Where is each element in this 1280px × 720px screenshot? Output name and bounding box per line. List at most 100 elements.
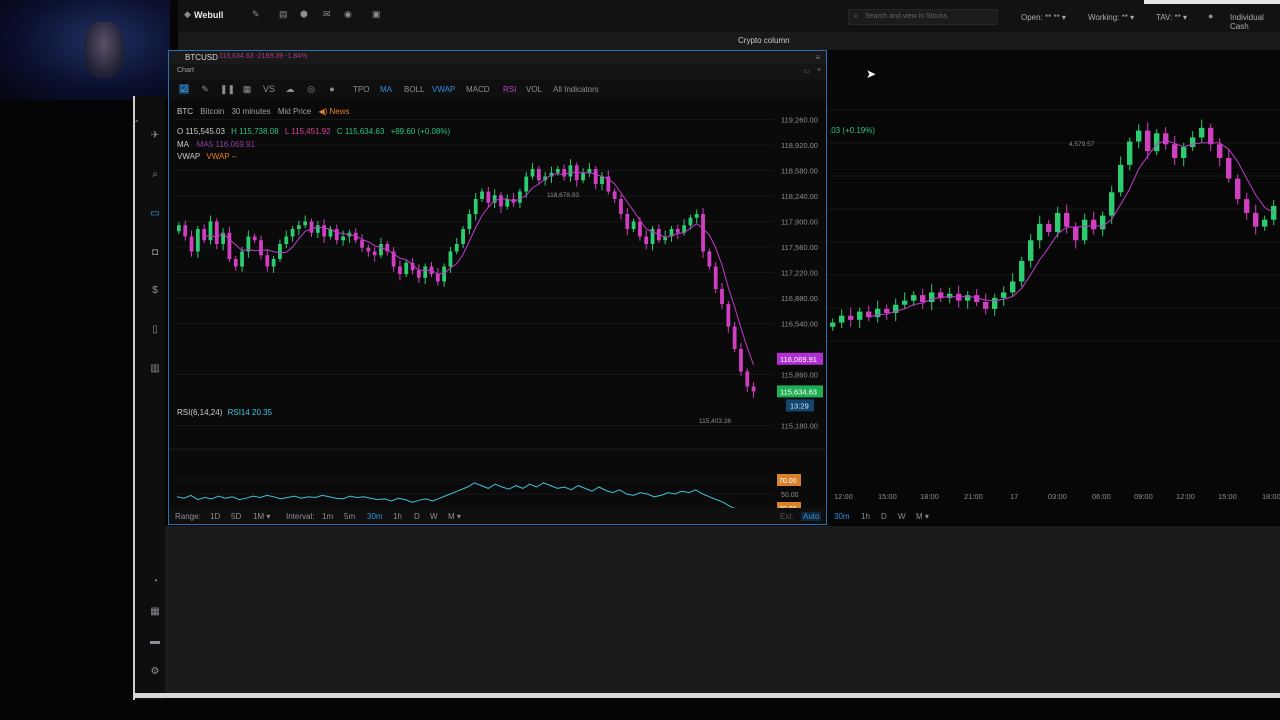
- ext-toggle[interactable]: Ext.: [780, 512, 794, 521]
- candle-body: [278, 244, 282, 259]
- interval-1h[interactable]: 1h: [393, 512, 402, 521]
- trash-icon[interactable]: ▥: [149, 363, 161, 374]
- search-input[interactable]: ⌕ Search and view in Stocks: [848, 9, 998, 25]
- candle-body: [1217, 144, 1223, 158]
- settings-icon[interactable]: ⚙: [149, 666, 161, 677]
- info-price-type[interactable]: Mid Price: [278, 107, 311, 116]
- indicator-boll[interactable]: BOLL: [404, 85, 424, 94]
- community-icon[interactable]: ◉: [344, 10, 354, 19]
- info-news[interactable]: News: [330, 107, 350, 116]
- chat-icon[interactable]: ◔: [149, 576, 161, 587]
- tab-settings-icon[interactable]: ▭: [803, 67, 810, 75]
- account-icon[interactable]: ●: [1208, 12, 1218, 21]
- plane-icon[interactable]: ✈: [149, 130, 161, 141]
- candle-body: [1100, 215, 1106, 230]
- bg-interval-1h[interactable]: 1h: [861, 512, 870, 521]
- tab-chart[interactable]: Chart: [177, 67, 194, 74]
- high-price-label: 118,678.93: [547, 192, 579, 199]
- candle-body: [726, 304, 731, 327]
- interval-30m[interactable]: 30m: [367, 512, 383, 521]
- layout-icon[interactable]: ▣: [372, 10, 382, 19]
- info-name: Bitcoin: [200, 107, 225, 116]
- candle-body: [1028, 240, 1034, 261]
- candle-body: [619, 199, 623, 214]
- screener-icon[interactable]: ⬢: [300, 10, 310, 19]
- pause-icon[interactable]: ❚❚: [220, 84, 235, 94]
- indicator-vwap[interactable]: VWAP: [432, 85, 455, 94]
- indicator-tpo[interactable]: TPO: [353, 85, 369, 94]
- bg-interval-m[interactable]: M ▾: [916, 512, 929, 521]
- range-5d[interactable]: 5D: [231, 512, 241, 521]
- background-interval-bar: 30m 1h D W M ▾: [826, 508, 1280, 524]
- candle-body: [195, 229, 200, 252]
- interval-w[interactable]: W: [430, 512, 438, 521]
- ma-label: MA: [177, 140, 189, 149]
- candle-body: [416, 270, 421, 278]
- indicator-rsi[interactable]: RSI: [503, 85, 516, 94]
- window-menu-icon[interactable]: ≡: [815, 53, 820, 62]
- checkbox-icon[interactable]: ☑: [179, 84, 189, 94]
- target-icon[interactable]: ◎: [306, 84, 316, 94]
- coin-icon[interactable]: $: [149, 285, 161, 296]
- bg-interval-d[interactable]: D: [881, 512, 887, 521]
- candle-body: [848, 315, 854, 320]
- tav-status[interactable]: TAV: ** ▾: [1156, 13, 1187, 22]
- interval-1m[interactable]: 1m: [322, 512, 333, 521]
- book-icon[interactable]: ▦: [149, 606, 161, 617]
- candle-body: [309, 221, 314, 233]
- candle-body: [177, 225, 181, 232]
- compare-icon[interactable]: VS: [263, 84, 275, 94]
- grid-icon[interactable]: ▦: [242, 84, 252, 94]
- bg-interval-30m[interactable]: 30m: [834, 512, 850, 521]
- ohlc-change: +89.60 (+0.08%): [390, 127, 451, 136]
- candle-body: [1199, 127, 1205, 138]
- price-chart[interactable]: 119,260.00 118,920.00 118,580.00 118,240.00…: [169, 99, 826, 508]
- messages-icon[interactable]: ✉: [323, 10, 333, 19]
- cloud-icon[interactable]: ☁: [285, 84, 295, 94]
- tab-menu-icon[interactable]: ≡: [817, 67, 821, 74]
- draw-icon[interactable]: ✎: [252, 10, 262, 19]
- circle-icon[interactable]: ●: [327, 84, 337, 94]
- all-indicators-button[interactable]: All Indicators: [553, 85, 599, 94]
- candle-body: [720, 289, 724, 304]
- open-orders-status[interactable]: Open: ** ** ▾: [1021, 13, 1066, 22]
- range-1m[interactable]: 1M ▾: [253, 512, 270, 521]
- interval-5m[interactable]: 5m: [344, 512, 355, 521]
- camera-icon[interactable]: ◘: [149, 247, 161, 258]
- y-tick-label: 118,920.00: [781, 141, 818, 150]
- pencil-icon[interactable]: ✎: [200, 84, 210, 94]
- candle-body: [1073, 226, 1079, 241]
- indicator-macd[interactable]: MACD: [466, 85, 490, 94]
- candle-body: [379, 244, 383, 256]
- search-icon[interactable]: ⌕: [149, 169, 161, 180]
- portfolio-icon[interactable]: ▤: [279, 10, 289, 19]
- candle-body: [581, 172, 585, 181]
- range-1d[interactable]: 1D: [210, 512, 220, 521]
- app-logo-icon: ◆: [184, 9, 191, 19]
- candle-body: [1064, 212, 1070, 227]
- working-orders-status[interactable]: Working: ** ▾: [1088, 13, 1134, 22]
- account-type[interactable]: Individual Cash: [1230, 13, 1280, 31]
- candle-body: [713, 266, 718, 289]
- candle-body: [454, 244, 459, 252]
- document-icon[interactable]: ▯: [149, 324, 161, 335]
- bg-interval-w[interactable]: W: [898, 512, 906, 521]
- auto-toggle[interactable]: Auto: [801, 512, 822, 521]
- message-icon[interactable]: ▬: [149, 636, 161, 647]
- indicator-ma[interactable]: MA: [380, 85, 392, 94]
- x-tick-label: 12:00: [1176, 492, 1195, 501]
- candle-body: [284, 236, 289, 244]
- indicator-vol[interactable]: VOL: [526, 85, 542, 94]
- y-tick-label: 116,540.00: [781, 320, 818, 329]
- monitor-icon[interactable]: ▭: [149, 208, 161, 219]
- candle-body: [707, 251, 712, 267]
- mouse-cursor-icon: ➤: [866, 67, 877, 81]
- candle-body: [1253, 212, 1259, 227]
- window-title-bar[interactable]: BTCUSD 115,634.63 -2169.39 -1.84% ≡: [169, 51, 826, 64]
- candle-body: [1172, 144, 1178, 158]
- candle-body: [505, 199, 510, 207]
- interval-d[interactable]: D: [414, 512, 420, 521]
- info-timeframe[interactable]: 30 minutes: [231, 107, 270, 116]
- x-tick-label: 03:00: [1048, 492, 1067, 501]
- interval-m[interactable]: M ▾: [448, 512, 461, 521]
